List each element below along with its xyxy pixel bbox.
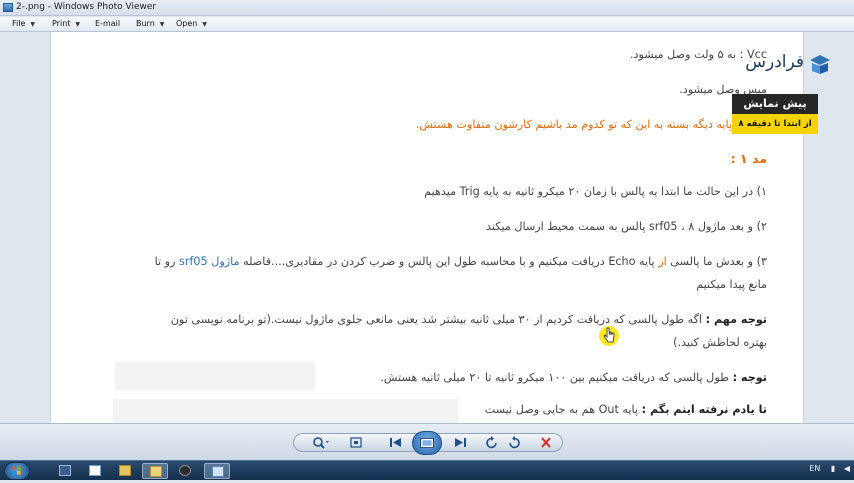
step2-module: srf05 (648, 220, 678, 233)
doc-step-3-cont: مانع پیدا میکنیم (696, 278, 767, 291)
preview-subtitle: از ابتدا تا دقیقه ۸ (732, 114, 818, 134)
book-icon (810, 55, 830, 74)
menu-open[interactable]: Open ▼ (176, 19, 207, 28)
doc-step-1: ۱) در این حالت ما ابتدا یه پالس با زمان … (424, 185, 767, 198)
slideshow-icon (420, 437, 434, 449)
doc-note-important-cont: بهتره لحاظش کنید.) (673, 336, 767, 349)
app-icon (179, 465, 191, 476)
taskbar-app-1[interactable] (52, 463, 78, 479)
previous-button[interactable] (386, 435, 406, 450)
step1-post: میدهیم (424, 185, 460, 198)
step3-module: ماژول srf05 (179, 255, 240, 268)
note3-text: پایه Out هم به جایی وصل نیست (484, 403, 642, 416)
folder-icon (119, 465, 131, 476)
doc-note-range: توجه : طول پالسی که دریافت میکنیم بین ۱۰… (380, 371, 767, 384)
rotate-ccw-button[interactable] (482, 435, 502, 450)
taskbar-app-4[interactable] (142, 463, 168, 479)
preview-badge: پیش نمایش از ابتدا تا دقیقه ۸ (732, 94, 818, 134)
fit-window-button[interactable] (346, 435, 366, 450)
menu-open-label: Open (176, 19, 198, 28)
network-icon[interactable]: ▮ (831, 464, 835, 473)
logo-text: فرادرس (745, 52, 804, 72)
menu-burn[interactable]: Burn ▼ (136, 19, 164, 28)
step3-a: ۳) و بعدش ما پالسی (666, 255, 767, 268)
step3-c: رو تا (154, 255, 180, 268)
menu-print-label: Print (52, 19, 71, 28)
chevron-down-icon: ▼ (75, 21, 81, 28)
zoom-button[interactable] (310, 435, 330, 450)
step1-pre: ۱) در این حالت ما ابتدا یه پالس با زمان … (479, 185, 767, 198)
photo-viewer-icon (3, 3, 13, 12)
start-button[interactable] (4, 462, 30, 480)
system-tray: EN ▮ ◀ (809, 464, 850, 478)
faradars-logo: فرادرس (692, 50, 832, 86)
next-button[interactable] (450, 435, 470, 450)
step3-b: پایه Echo دریافت میکنیم و با محاسبه طول … (239, 255, 659, 268)
redaction-box (113, 399, 458, 423)
taskbar-photo-viewer[interactable] (204, 463, 230, 479)
taskbar: EN ▮ ◀ (0, 460, 854, 480)
document-image: Vcc : به ۵ ولت وصل میشود. میس وصل میشود.… (50, 32, 804, 423)
step3-az: از (658, 255, 667, 268)
taskbar-app-3[interactable] (112, 463, 138, 479)
windows-logo-icon (12, 466, 21, 475)
taskbar-app-5[interactable] (172, 463, 198, 479)
slideshow-button[interactable] (412, 431, 442, 455)
doc-line-intro: اما سه پایه دیگه بسته به این که تو کدوم … (415, 118, 767, 131)
title-bar: 2-.png - Windows Photo Viewer (0, 0, 854, 16)
app-icon (89, 465, 101, 476)
menu-burn-label: Burn (136, 19, 155, 28)
app-icon (59, 465, 71, 476)
taskbar-app-2[interactable] (82, 463, 108, 479)
menu-email-label: E-mail (95, 19, 121, 28)
magnifier-icon (313, 437, 329, 449)
fit-window-icon (350, 437, 362, 448)
menu-email[interactable]: E-mail (95, 19, 120, 28)
hand-cursor-icon (599, 326, 619, 346)
note3-label: تا یادم نرفته اینم بگم : (641, 403, 767, 416)
next-icon (455, 438, 466, 447)
note1-label: توجه مهم : (705, 313, 767, 326)
delete-icon (541, 437, 551, 448)
folder-icon (150, 466, 162, 477)
menu-print[interactable]: Print ▼ (52, 19, 80, 28)
chevron-down-icon: ▼ (30, 21, 36, 28)
menu-bar: File ▼ Print ▼ E-mail Burn ▼ Open ▼ (0, 17, 854, 32)
mode-heading: مد ۱ : (730, 151, 767, 166)
volume-icon[interactable]: ◀ (844, 464, 850, 473)
step2-pre: ۲) و بعد ماژول (694, 220, 767, 233)
note1-text: اگه طول پالسی که دریافت کردیم از ۳۰ میلی… (170, 313, 706, 326)
viewer-controls (293, 431, 563, 455)
doc-note-out: تا یادم نرفته اینم بگم : پایه Out هم به … (485, 403, 767, 416)
previous-icon (390, 438, 401, 447)
redaction-box (115, 362, 315, 390)
chevron-down-icon: ▼ (202, 21, 207, 28)
menu-file[interactable]: File ▼ (12, 19, 35, 28)
chevron-down-icon: ▼ (159, 21, 165, 28)
rotate-cw-icon (509, 436, 520, 449)
step1-trig: Trig (459, 185, 480, 198)
delete-button[interactable] (536, 435, 556, 450)
preview-title: پیش نمایش (732, 94, 818, 114)
photo-viewer-icon (212, 466, 224, 477)
menu-file-label: File (12, 19, 26, 28)
image-viewport[interactable]: Vcc : به ۵ ولت وصل میشود. میس وصل میشود.… (0, 32, 854, 423)
rotate-ccw-icon (486, 436, 497, 449)
doc-step-2: ۲) و بعد ماژول srf05 ، ۸ پالس به سمت محی… (486, 220, 767, 233)
note2-label: توجه : (732, 371, 767, 384)
rotate-cw-button[interactable] (504, 435, 524, 450)
window-title: 2-.png - Windows Photo Viewer (16, 2, 157, 12)
doc-step-3: ۳) و بعدش ما پالسی از پایه Echo دریافت م… (155, 255, 767, 268)
doc-note-important: توجه مهم : اگه طول پالسی که دریافت کردیم… (171, 313, 767, 326)
language-indicator[interactable]: EN (809, 464, 820, 473)
note2-text: طول پالسی که دریافت میکنیم بین ۱۰۰ میکرو… (380, 371, 733, 384)
